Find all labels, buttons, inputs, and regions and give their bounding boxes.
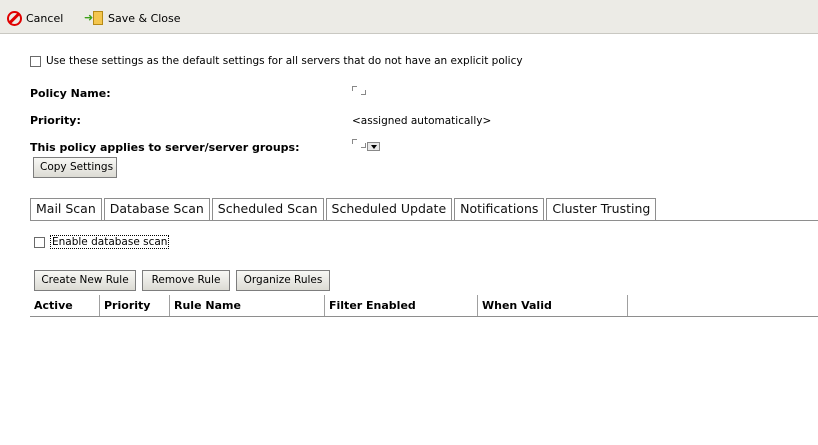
tab-notifications[interactable]: Notifications: [454, 198, 545, 220]
save-close-button[interactable]: ➜ Save & Close: [84, 10, 181, 26]
rules-table-body: [30, 318, 818, 445]
applies-to-label: This policy applies to server/server gro…: [30, 141, 300, 154]
tab-mail-scan[interactable]: Mail Scan: [30, 198, 102, 220]
tab-divider: [30, 220, 818, 221]
priority-label: Priority:: [30, 114, 81, 127]
column-rule-name[interactable]: Rule Name: [170, 295, 325, 316]
tab-bar: Mail Scan Database Scan Scheduled Scan S…: [30, 198, 658, 221]
policy-name-field[interactable]: [352, 86, 366, 98]
enable-database-scan-checkbox[interactable]: [34, 236, 45, 248]
column-when-valid[interactable]: When Valid: [478, 295, 628, 316]
priority-value: <assigned automatically>: [352, 115, 492, 127]
copy-settings-button[interactable]: Copy Settings: [33, 157, 117, 178]
enable-database-scan-label: Enable database scan: [50, 235, 170, 249]
default-settings-checkbox[interactable]: [30, 55, 41, 67]
default-settings-label: Use these settings as the default settin…: [46, 55, 523, 67]
column-active[interactable]: Active: [30, 295, 100, 316]
toolbar: Cancel ➜ Save & Close: [0, 0, 818, 34]
no-entry-icon: [7, 10, 22, 26]
column-filter-enabled[interactable]: Filter Enabled: [325, 295, 478, 316]
tab-scheduled-scan[interactable]: Scheduled Scan: [211, 198, 324, 220]
dropdown-arrow-icon[interactable]: [367, 142, 380, 151]
tab-database-scan[interactable]: Database Scan: [103, 198, 210, 221]
save-close-label: Save & Close: [108, 11, 181, 25]
enable-database-scan-row: Enable database scan: [34, 235, 170, 249]
organize-rules-button[interactable]: Organize Rules: [236, 270, 330, 291]
create-new-rule-button[interactable]: Create New Rule: [34, 270, 136, 291]
cancel-button[interactable]: Cancel: [7, 10, 63, 26]
tab-cluster-trusting[interactable]: Cluster Trusting: [546, 198, 657, 220]
save-document-icon: ➜: [84, 10, 104, 26]
default-settings-row: Use these settings as the default settin…: [30, 55, 523, 67]
server-groups-selector[interactable]: [352, 139, 380, 151]
tab-scheduled-update[interactable]: Scheduled Update: [325, 198, 453, 220]
cancel-label: Cancel: [26, 11, 64, 25]
rules-table-header: Active Priority Rule Name Filter Enabled…: [30, 295, 818, 317]
remove-rule-button[interactable]: Remove Rule: [142, 270, 230, 291]
policy-name-label: Policy Name:: [30, 87, 111, 100]
column-priority[interactable]: Priority: [100, 295, 170, 316]
